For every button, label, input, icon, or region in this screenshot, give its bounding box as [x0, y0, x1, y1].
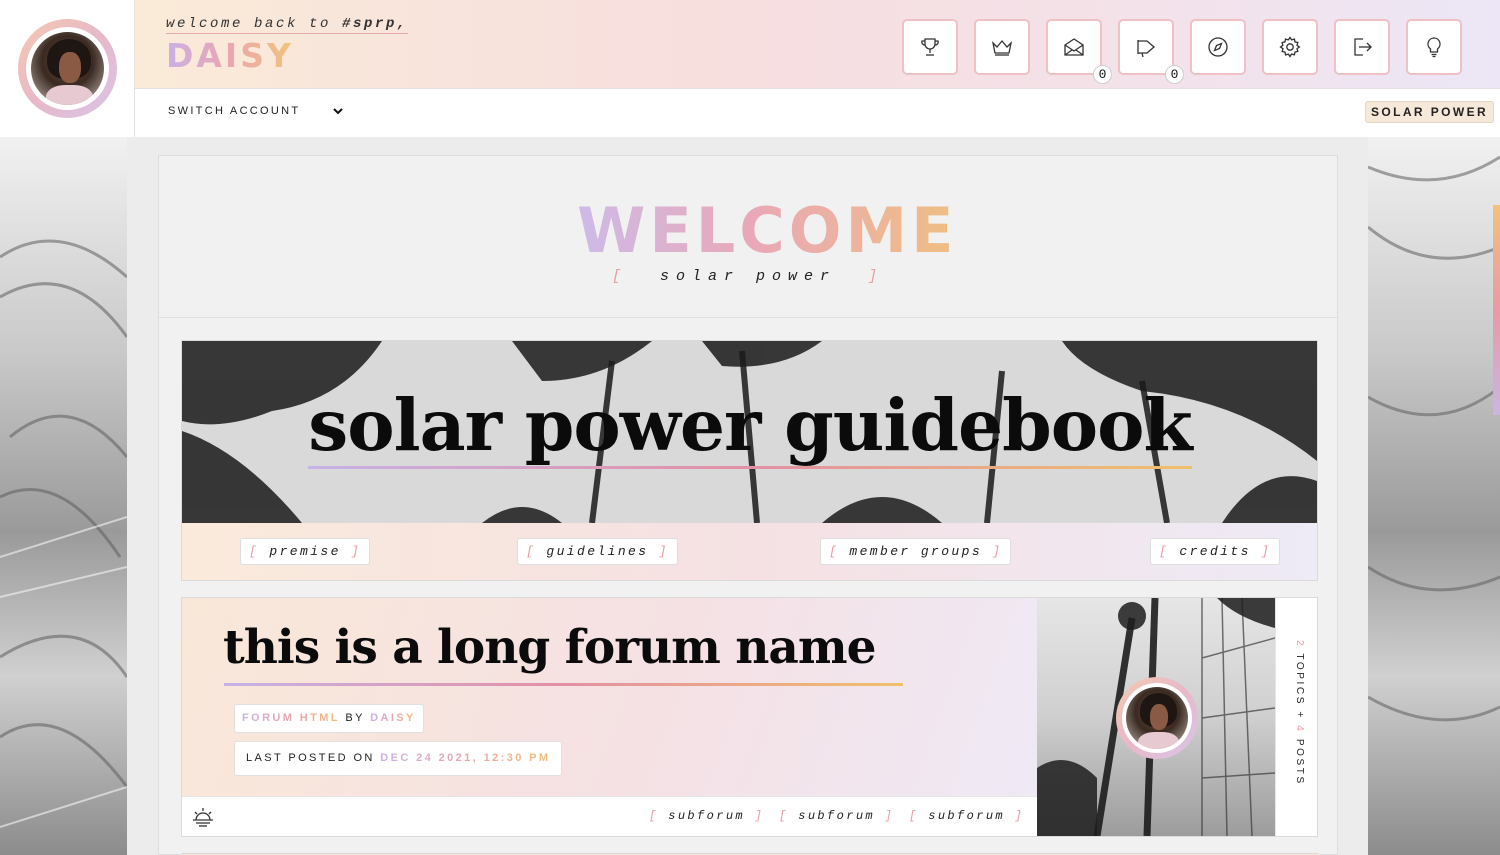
forum-info: this is a long forum name FORUM HTML BY … — [182, 598, 1037, 796]
forum-name-underline — [224, 683, 903, 686]
crown-icon — [991, 39, 1013, 56]
nav-premise[interactable]: [ premise ] — [240, 538, 371, 565]
guidebook-title: solar power guidebook — [308, 383, 1192, 467]
compass-icon — [1208, 37, 1228, 57]
guidebook-banner: solar power guidebook [ premise ] [ guid… — [181, 340, 1318, 581]
posts-count: 4 — [1294, 725, 1305, 734]
subforum-label-2: subforum — [798, 809, 876, 823]
logout-button[interactable] — [1334, 19, 1390, 75]
guidebook-nav: [ premise ] [ guidelines ] [ member grou… — [182, 523, 1317, 580]
left-palm-photo — [0, 137, 127, 855]
topics-count: 2 — [1294, 640, 1305, 649]
lightbulb-icon — [1427, 37, 1441, 58]
forum-html-label: FORUM HTML — [242, 712, 340, 724]
nav-premise-label: premise — [269, 544, 341, 559]
awards-button[interactable] — [902, 19, 958, 75]
account-bar: SWITCH ACCOUNT SOLAR POWER — [135, 89, 1500, 137]
welcome-prefix: welcome back to — [166, 16, 343, 32]
nav-member-groups-label: member groups — [849, 544, 983, 559]
last-posted-date-link[interactable]: DEC 24 2021, 12:30 PM — [380, 752, 550, 764]
announcements-button[interactable]: 0 — [1118, 19, 1184, 84]
gear-icon — [1279, 36, 1301, 58]
scroll-accent-bar — [1493, 205, 1500, 415]
forum-palm-photo — [1037, 598, 1275, 836]
forum-author-link[interactable]: DAISY — [370, 712, 416, 724]
palm-beach-photo: solar power guidebook — [182, 341, 1317, 523]
last-poster-avatar[interactable] — [1116, 677, 1198, 759]
subforum-label-1: subforum — [668, 809, 746, 823]
nav-member-groups[interactable]: [ member groups ] — [820, 538, 1012, 565]
welcome-back-text: welcome back to #sprp, — [166, 16, 409, 34]
site-name-badge: SOLAR POWER — [1365, 101, 1495, 123]
guidebook-title-underline — [308, 466, 1192, 469]
forum-stats: 2 TOPICS + 4 POSTS — [1275, 598, 1317, 836]
right-palm-photo — [1368, 137, 1500, 855]
megaphone-icon — [1137, 40, 1155, 58]
nav-guidelines[interactable]: [ guidelines ] — [517, 538, 678, 565]
user-avatar-block — [0, 0, 135, 137]
subforum-bar: [ subforum ] [ subforum ] [ subforum ] — [182, 796, 1037, 836]
stats-separator: + — [1294, 711, 1305, 720]
last-posted-info: LAST POSTED ON DEC 24 2021, 12:30 PM — [234, 741, 563, 776]
logout-icon — [1354, 38, 1372, 56]
username-display: DAISY — [166, 36, 294, 75]
nav-credits[interactable]: [ credits ] — [1150, 538, 1281, 565]
top-bar: welcome back to #sprp, DAISY 0 0 — [135, 0, 1500, 89]
nav-credits-label: credits — [1179, 544, 1251, 559]
switch-account-dropdown[interactable]: SWITCH ACCOUNT — [168, 105, 300, 117]
welcome-subtitle: [ solar power ] — [611, 268, 885, 285]
settings-button[interactable] — [1262, 19, 1318, 75]
user-avatar[interactable] — [18, 19, 117, 118]
site-tag: #sprp, — [342, 16, 409, 32]
welcome-section: WELCOME [ solar power ] — [159, 156, 1337, 318]
welcome-subtitle-text: solar power — [659, 268, 837, 285]
last-posted-label: LAST POSTED ON — [246, 752, 375, 764]
forum-by-word: BY — [345, 712, 365, 724]
subforum-label-3: subforum — [928, 809, 1006, 823]
topics-label: TOPICS — [1294, 653, 1305, 707]
welcome-title: WELCOME — [577, 194, 958, 267]
subforum-link-1[interactable]: [ subforum ] — [649, 809, 764, 823]
chevron-down-icon[interactable] — [332, 105, 344, 117]
forum-html-credit: FORUM HTML BY DAISY — [234, 704, 424, 733]
sunset-icon — [193, 808, 213, 827]
explore-button[interactable] — [1190, 19, 1246, 75]
site-header: welcome back to #sprp, DAISY 0 0 SWITCH … — [0, 0, 1500, 137]
trophy-icon — [921, 38, 939, 56]
forum-name-link[interactable]: this is a long forum name — [223, 620, 903, 675]
tips-button[interactable] — [1406, 19, 1462, 75]
forum-row: this is a long forum name FORUM HTML BY … — [181, 597, 1318, 837]
subforum-link-2[interactable]: [ subforum ] — [779, 809, 894, 823]
announcements-count-badge: 0 — [1165, 65, 1184, 84]
mail-icon — [1064, 38, 1084, 56]
posts-label: POSTS — [1294, 738, 1305, 786]
subforum-link-3[interactable]: [ subforum ] — [909, 809, 1024, 823]
nav-guidelines-label: guidelines — [546, 544, 649, 559]
main-content: WELCOME [ solar power ] solar power guid… — [158, 155, 1338, 855]
topics-posts-count: 2 TOPICS + 4 POSTS — [1294, 640, 1305, 800]
messages-button[interactable]: 0 — [1046, 19, 1112, 84]
messages-count-badge: 0 — [1093, 65, 1112, 84]
ranks-button[interactable] — [974, 19, 1030, 75]
